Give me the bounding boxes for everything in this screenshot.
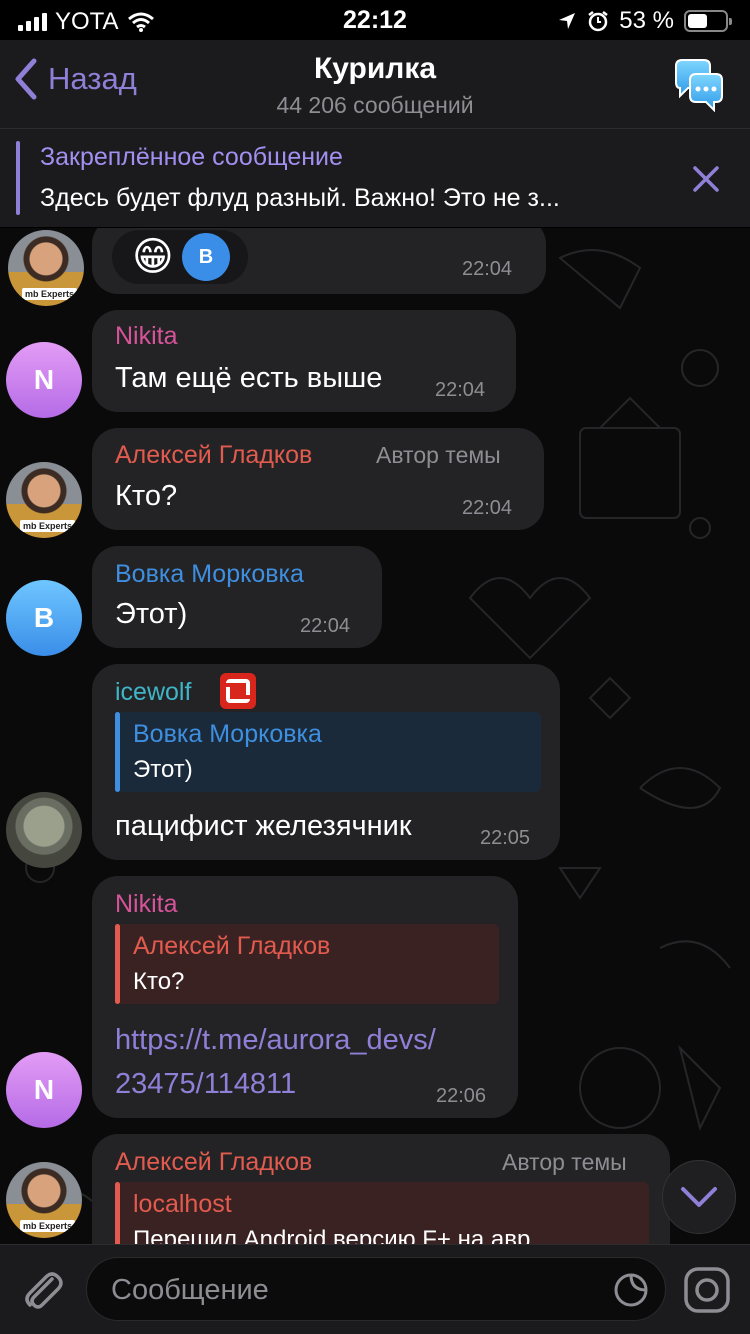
pinned-indicator [16, 141, 20, 215]
message-count: 44 206 сообщений [276, 92, 474, 118]
message-time: 22:04 [435, 379, 486, 401]
reply-quote[interactable]: Вовка Морковка Этот) [115, 712, 541, 792]
pinned-text: Здесь будет флуд разный. Важно! Это не з… [40, 184, 560, 212]
reply-quote[interactable]: localhost Перешил Android версию F+ на а… [115, 1182, 649, 1244]
chat-title-area[interactable]: Курилка 44 206 сообщений [0, 52, 750, 119]
reply-sender: Вовка Морковка [133, 720, 322, 748]
sender-name[interactable]: Вовка Морковка [115, 560, 304, 589]
battery-icon [684, 10, 732, 32]
message-link-continued[interactable]: 23475/114811 [115, 1062, 296, 1106]
message-time: 22:05 [480, 827, 531, 849]
battery-fill [688, 14, 708, 28]
message-time: 22:06 [436, 1085, 487, 1107]
reply-sender: localhost [133, 1190, 232, 1218]
alarm-icon [588, 11, 609, 32]
openshift-icon [220, 673, 256, 709]
chevron-down-icon [681, 1187, 717, 1207]
sticker-icon[interactable] [613, 1272, 649, 1308]
message-text: Этот) [115, 598, 188, 630]
message-input-bar: Сообщение [0, 1244, 750, 1334]
message-time: 22:04 [462, 258, 513, 280]
sender-name[interactable]: icewolf [115, 678, 191, 707]
reply-bar [115, 924, 120, 1004]
message-text: пацифист железячник [115, 810, 412, 842]
avatar[interactable]: B [6, 580, 82, 656]
location-icon [559, 13, 576, 29]
avatar[interactable]: mb Experts [6, 462, 82, 538]
status-right: 53 % [557, 7, 732, 35]
avatar[interactable] [6, 792, 82, 868]
message-time: 22:04 [462, 497, 513, 519]
status-bar: YOTA 22:12 53 % [0, 0, 750, 40]
reply-bar [115, 712, 120, 792]
message-input[interactable]: Сообщение [86, 1257, 666, 1321]
pinned-title: Закреплённое сообщение [40, 143, 343, 171]
message-link[interactable]: https://t.me/aurora_devs/ [115, 1018, 436, 1062]
close-icon[interactable] [692, 165, 720, 193]
reply-text: Этот) [133, 756, 193, 783]
message-list[interactable]: mb Experts 😁 B 22:04 N Nikita Там ещё ес… [0, 228, 750, 1244]
reply-bar [115, 1182, 120, 1244]
pinned-message[interactable]: Закреплённое сообщение Здесь будет флуд … [0, 129, 750, 227]
author-badge: Автор темы [376, 442, 501, 468]
avatar[interactable]: mb Experts [8, 230, 84, 306]
reply-text: Перешил Android версию F+ на авр [133, 1226, 531, 1244]
avatar[interactable]: N [6, 342, 82, 418]
message-placeholder: Сообщение [111, 1274, 269, 1306]
reaction-avatar: B [182, 233, 230, 281]
avatar[interactable]: mb Experts [6, 1162, 82, 1238]
camera-icon[interactable] [682, 1265, 732, 1315]
message-text: Кто? [115, 480, 178, 512]
battery-percent: 53 % [619, 7, 674, 34]
reply-sender: Алексей Гладков [133, 932, 331, 960]
paperclip-icon[interactable] [18, 1265, 66, 1313]
message-time: 22:04 [300, 615, 351, 637]
emoji-grin: 😁 [132, 235, 174, 279]
scroll-down-button[interactable] [662, 1160, 736, 1234]
reply-quote[interactable]: Алексей Гладков Кто? [115, 924, 499, 1004]
author-badge: Автор темы [502, 1149, 627, 1175]
avatar[interactable]: N [6, 1052, 82, 1128]
sender-name[interactable]: Алексей Гладков [115, 441, 312, 470]
chat-header: Назад Курилка 44 206 сообщений [0, 40, 750, 128]
message-text: Там ещё есть выше [115, 362, 383, 394]
discussion-icon[interactable] [672, 58, 726, 112]
sender-name[interactable]: Алексей Гладков [115, 1148, 312, 1177]
chat-title: Курилка [313, 52, 437, 85]
sender-name[interactable]: Nikita [115, 322, 178, 351]
reply-text: Кто? [133, 968, 185, 995]
sender-name[interactable]: Nikita [115, 890, 178, 919]
